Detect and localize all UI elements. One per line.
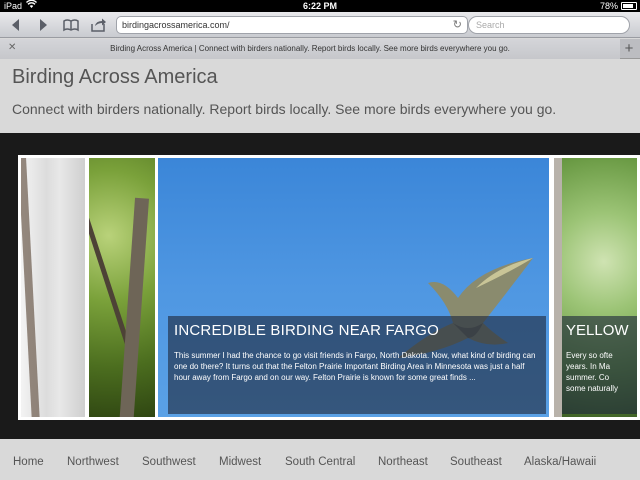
slide-photo[interactable]: YELLOW Every so ofte years. In Ma summer… xyxy=(551,155,640,420)
slide-main[interactable]: INCREDIBLE BIRDING NEAR FARGO This summe… xyxy=(155,155,552,420)
post-caption[interactable]: YELLOW Every so ofte years. In Ma summer… xyxy=(562,316,637,414)
nav-item-southwest[interactable]: Southwest xyxy=(142,456,196,468)
post-heading[interactable]: YELLOW xyxy=(566,322,629,339)
post-heading[interactable]: INCREDIBLE BIRDING NEAR FARGO xyxy=(174,322,439,339)
branch-image xyxy=(21,158,40,417)
post-excerpt: This summer I had the chance to go visit… xyxy=(174,351,536,382)
nav-item-south-central[interactable]: South Central xyxy=(285,456,355,468)
battery-percent: 78% xyxy=(599,1,618,11)
new-tab-icon[interactable]: + xyxy=(621,40,637,58)
nav-item-northeast[interactable]: Northeast xyxy=(378,456,428,468)
slide-photo[interactable] xyxy=(18,155,88,420)
site-tagline: Connect with birders nationally. Report … xyxy=(12,101,557,117)
status-bar: iPad 6:22 PM 78% xyxy=(0,0,640,12)
tab-strip: ✕ Birding Across America | Connect with … xyxy=(0,39,640,59)
search-input[interactable]: Search xyxy=(468,16,630,34)
nav-item-northwest[interactable]: Northwest xyxy=(67,456,119,468)
post-caption[interactable]: INCREDIBLE BIRDING NEAR FARGO This summe… xyxy=(168,316,546,414)
clock: 6:22 PM xyxy=(302,1,337,11)
url-text: birdingacrossamerica.com/ xyxy=(122,20,230,30)
forward-icon[interactable] xyxy=(33,15,53,35)
share-icon[interactable] xyxy=(88,15,108,35)
nav-item-home[interactable]: Home xyxy=(13,456,44,468)
main-nav: Home Northwest Southwest Midwest South C… xyxy=(0,440,640,480)
address-bar[interactable]: birdingacrossamerica.com/ ↻ xyxy=(116,16,468,34)
bark-image xyxy=(554,158,562,417)
bookmarks-icon[interactable] xyxy=(61,15,81,35)
tab-title: Birding Across America | Connect with bi… xyxy=(110,44,510,53)
browser-toolbar: birdingacrossamerica.com/ ↻ Search xyxy=(0,12,640,38)
post-excerpt: Every so ofte years. In Ma summer. Co so… xyxy=(566,351,619,393)
nav-item-southeast[interactable]: Southeast xyxy=(450,456,502,468)
battery-icon xyxy=(621,2,637,10)
slide-photo[interactable] xyxy=(86,155,158,420)
back-icon[interactable] xyxy=(6,15,26,35)
nav-item-alaska-hawaii[interactable]: Alaska/Hawaii xyxy=(524,456,596,468)
featured-slider[interactable]: INCREDIBLE BIRDING NEAR FARGO This summe… xyxy=(0,133,640,439)
site-title[interactable]: Birding Across America xyxy=(12,66,218,89)
tree-trunk-image xyxy=(118,197,150,417)
reload-icon[interactable]: ↻ xyxy=(453,17,462,33)
browser-tab[interactable]: ✕ Birding Across America | Connect with … xyxy=(0,39,620,59)
nav-item-midwest[interactable]: Midwest xyxy=(219,456,261,468)
